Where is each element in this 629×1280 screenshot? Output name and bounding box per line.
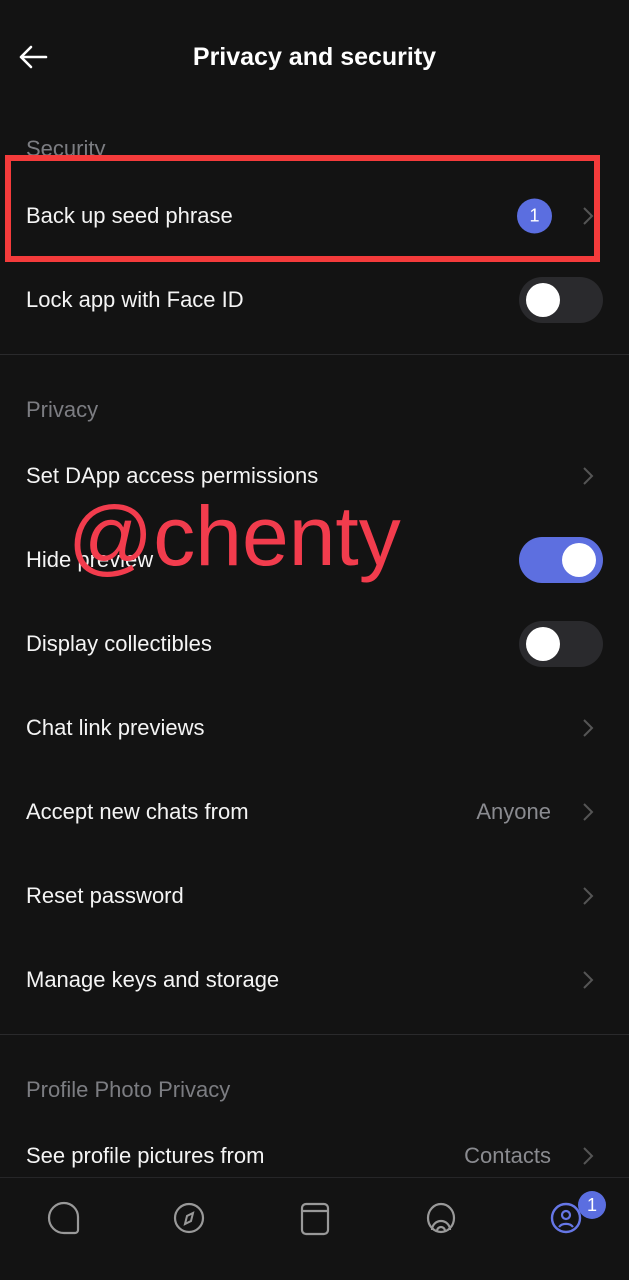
row-value: Anyone bbox=[476, 799, 551, 824]
lock-app-face-id-row: Lock app with Face ID bbox=[0, 258, 629, 342]
header: Privacy and security bbox=[0, 0, 629, 120]
divider bbox=[0, 1034, 629, 1035]
chevron-right-icon bbox=[583, 971, 594, 989]
wallet-icon[interactable] bbox=[295, 1198, 335, 1238]
row-label: Accept new chats from bbox=[26, 799, 249, 824]
highlight-box bbox=[5, 155, 600, 262]
compass-icon[interactable] bbox=[169, 1198, 209, 1238]
dapp-permissions-row[interactable]: Set DApp access permissions bbox=[0, 434, 629, 518]
row-label: Reset password bbox=[26, 883, 184, 908]
row-label: Display collectibles bbox=[26, 631, 212, 656]
hide-preview-row: Hide preview bbox=[0, 518, 629, 602]
tab-bar bbox=[0, 1177, 629, 1280]
chat-icon[interactable] bbox=[44, 1198, 84, 1238]
chevron-right-icon bbox=[583, 467, 594, 485]
manage-keys-row[interactable]: Manage keys and storage bbox=[0, 938, 629, 1022]
accept-new-chats-row[interactable]: Accept new chats from Anyone bbox=[0, 770, 629, 854]
row-label: Set DApp access permissions bbox=[26, 463, 319, 488]
divider bbox=[0, 354, 629, 355]
row-label: Lock app with Face ID bbox=[26, 287, 244, 312]
row-label: See profile pictures from bbox=[26, 1143, 265, 1168]
reset-password-row[interactable]: Reset password bbox=[0, 854, 629, 938]
display-collectibles-row: Display collectibles bbox=[0, 602, 629, 686]
chevron-right-icon bbox=[583, 887, 594, 905]
row-label: Chat link previews bbox=[26, 715, 205, 740]
section-profile-photo-privacy: Profile Photo Privacy bbox=[26, 1077, 231, 1102]
chevron-right-icon bbox=[583, 719, 594, 737]
row-label: Manage keys and storage bbox=[26, 967, 280, 992]
page-title: Privacy and security bbox=[192, 43, 437, 71]
row-label: Hide preview bbox=[26, 547, 154, 572]
row-value: Contacts bbox=[464, 1143, 551, 1168]
face-id-toggle[interactable] bbox=[519, 277, 603, 323]
section-privacy: Privacy bbox=[26, 397, 99, 422]
chat-link-previews-row[interactable]: Chat link previews bbox=[0, 686, 629, 770]
activity-icon[interactable] bbox=[421, 1198, 461, 1238]
hide-preview-toggle[interactable] bbox=[519, 537, 603, 583]
display-collectibles-toggle[interactable] bbox=[519, 621, 603, 667]
chevron-right-icon bbox=[583, 803, 594, 821]
profile-badge: 1 bbox=[578, 1191, 606, 1219]
chevron-right-icon bbox=[583, 1147, 594, 1165]
